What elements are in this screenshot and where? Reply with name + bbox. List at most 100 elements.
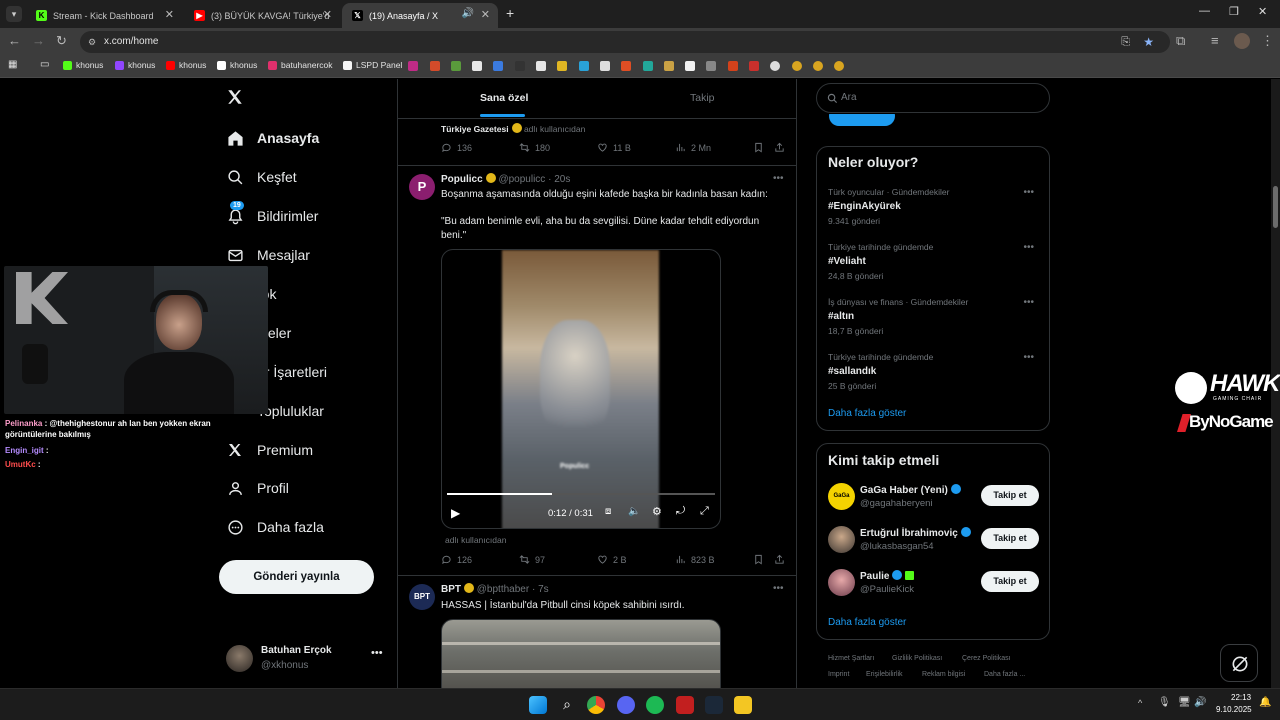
repost-button[interactable]: 180 [519, 142, 550, 153]
footer-link[interactable]: Imprint [828, 671, 849, 678]
bookmark-khonus-kick[interactable]: khonus [63, 60, 103, 70]
follow-suggestion[interactable]: GaGa GaGa Haber (Yeni) @gagahaberyeni Ta… [828, 481, 1040, 513]
close-tab-icon[interactable]: ✕ [481, 8, 490, 21]
media-icon[interactable]: ≡ [1211, 33, 1219, 48]
app-icon[interactable] [734, 696, 752, 714]
footer-link[interactable]: Gizlilik Politikası [892, 655, 942, 662]
bookmark-khonus-twitch[interactable]: khonus [115, 60, 155, 70]
footer-link[interactable]: Reklam bilgisi [922, 671, 965, 678]
folder-icon[interactable]: ▭ [40, 59, 49, 70]
like-button[interactable]: 2 B [597, 554, 627, 565]
views-button[interactable]: 2 Mn [675, 142, 711, 153]
nav-explore[interactable]: Keşfet [226, 168, 297, 186]
site-info-icon[interactable]: ⚙ [88, 31, 96, 53]
bookmark-icon[interactable] [664, 61, 674, 71]
address-bar[interactable]: ⚙ x.com/home ⎘ ★ [80, 31, 1170, 53]
browser-tab-youtube[interactable]: ▶ (3) BÜYÜK KAVGA! Türkiye'de Y ✕ [184, 3, 340, 28]
like-button[interactable]: 11 B [597, 142, 631, 153]
apps-icon[interactable]: ▦ [8, 59, 17, 70]
more-icon[interactable]: ••• [1023, 352, 1034, 363]
browser-tab-x[interactable]: 𝕏 (19) Anasayfa / X 🔊 ✕ [342, 3, 498, 28]
follow-suggestion[interactable]: Ertuğrul İbrahimoviç @lukasbasgan54 Taki… [828, 524, 1040, 556]
bookmark-icon[interactable] [770, 61, 780, 71]
video-progress-track[interactable] [447, 493, 715, 495]
follow-button[interactable]: Takip et [981, 528, 1039, 549]
repost-button[interactable]: 97 [519, 554, 545, 565]
bookmark-khonus-x[interactable]: khonus [217, 60, 257, 70]
speaker-icon[interactable]: 🔊 [462, 8, 474, 19]
follow-suggestion[interactable]: Paulie @PaulieKick Takip et [828, 567, 1040, 599]
grok-button[interactable] [1220, 644, 1258, 682]
bookmark-button[interactable] [753, 554, 769, 565]
mic-icon[interactable]: 🎙 [1158, 697, 1171, 708]
views-button[interactable]: 823 B [675, 554, 715, 565]
scrollbar-thumb[interactable] [1273, 186, 1278, 228]
tray-overflow-icon[interactable]: ^ [1138, 698, 1142, 708]
close-tab-icon[interactable]: ✕ [165, 8, 174, 21]
search-icon[interactable]: ⌕ [558, 696, 576, 714]
post-button[interactable]: Gönderi yayınla [219, 560, 374, 594]
start-icon[interactable] [529, 696, 547, 714]
more-icon[interactable]: ••• [1023, 187, 1034, 198]
back-icon[interactable]: ← [8, 33, 21, 48]
bookmark-lspd[interactable]: LSPD Panel [343, 60, 402, 70]
bookmark-icon[interactable] [430, 61, 440, 71]
menu-icon[interactable]: ⋮ [1261, 33, 1274, 49]
trend-item[interactable]: Türkiye tarihinde gündemde #sallandık 25… [828, 352, 1040, 391]
bookmark-icon[interactable] [834, 61, 844, 71]
tab-for-you[interactable]: Sana özel [398, 79, 598, 119]
author-name[interactable]: Populicc [441, 174, 483, 185]
star-icon[interactable]: ★ [1143, 31, 1154, 53]
post-media[interactable] [441, 619, 721, 688]
show-more-link[interactable]: Daha fazla göster [828, 408, 906, 419]
bookmark-icon[interactable] [493, 61, 503, 71]
author-name[interactable]: BPT [441, 584, 461, 595]
forward-icon[interactable]: → [32, 33, 45, 48]
nav-messages[interactable]: Mesajlar [226, 246, 310, 264]
post[interactable]: P Populicc @populicc · 20s ••• Boşanma a… [398, 166, 796, 574]
avatar[interactable]: P [409, 174, 435, 200]
network-icon[interactable]: 🖥 [1178, 697, 1191, 708]
browser-tab-kick[interactable]: K Stream - Kick Dashboard ✕ [26, 3, 182, 28]
follow-button[interactable]: Takip et [981, 485, 1039, 506]
search-input[interactable]: Ara [816, 83, 1050, 113]
bookmark-icon[interactable] [557, 61, 567, 71]
bookmark-instagram[interactable]: batuhanercok [268, 60, 333, 70]
bookmark-khonus-youtube[interactable]: khonus [166, 60, 206, 70]
more-icon[interactable]: ••• [773, 583, 784, 594]
post[interactable]: BPT BPT @bptthaber · 7s ••• HASSAS | İst… [398, 576, 796, 688]
nav-home[interactable]: Anasayfa [226, 129, 319, 147]
more-icon[interactable]: ••• [1023, 242, 1034, 253]
bookmark-icon[interactable] [579, 61, 589, 71]
more-icon[interactable]: ••• [371, 647, 383, 659]
source-name[interactable]: Türkiye Gazetesi [441, 124, 509, 134]
profile-avatar[interactable] [1234, 33, 1250, 49]
bookmark-icon[interactable] [792, 61, 802, 71]
share-button[interactable] [774, 142, 790, 153]
avatar[interactable]: BPT [409, 584, 435, 610]
bookmark-icon[interactable] [749, 61, 759, 71]
new-tab-button[interactable]: + [506, 5, 514, 21]
bookmark-icon[interactable] [728, 61, 738, 71]
nav-notifications[interactable]: 19 Bildirimler [226, 201, 318, 225]
bookmark-icon[interactable] [451, 61, 461, 71]
extensions-icon[interactable]: ⧉ [1176, 33, 1185, 49]
notification-icon[interactable]: 🔔 [1259, 697, 1271, 708]
nav-more[interactable]: Daha fazla [226, 518, 324, 536]
show-more-link[interactable]: Daha fazla göster [828, 617, 906, 628]
video-player[interactable]: Populicc ▶ 0:12 / 0:31 ⧈ 🔈 ⚙ ⤾ ⤢ [441, 249, 721, 529]
clock-time[interactable]: 22:13 [1231, 693, 1251, 702]
nav-profile[interactable]: Profil [226, 479, 289, 497]
footer-link[interactable]: Daha fazla ... [984, 671, 1025, 678]
bookmark-icon[interactable] [621, 61, 631, 71]
bookmark-icon[interactable] [706, 61, 716, 71]
volume-icon[interactable]: 🔈 [628, 506, 640, 517]
tab-search-button[interactable]: ▾ [6, 6, 22, 22]
footer-link[interactable]: Çerez Politikası [962, 655, 1011, 662]
bookmark-icon[interactable] [600, 61, 610, 71]
bookmark-icon[interactable] [472, 61, 482, 71]
install-icon[interactable]: ⎘ [1121, 31, 1130, 53]
settings-icon[interactable]: ⚙ [652, 505, 662, 518]
discord-icon[interactable] [617, 696, 635, 714]
bookmark-icon[interactable] [813, 61, 823, 71]
